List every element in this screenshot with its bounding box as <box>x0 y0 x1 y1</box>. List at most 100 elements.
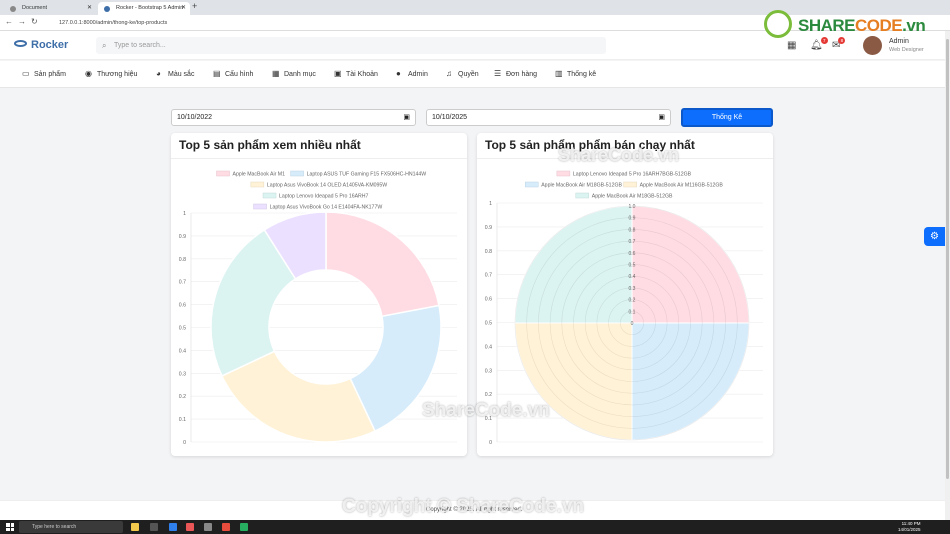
menu-item-admin[interactable]: ● Admin <box>396 69 428 78</box>
search-input[interactable]: ⌕ Type to search... <box>96 37 606 54</box>
app-icon[interactable] <box>222 523 230 531</box>
message-icon[interactable]: ✉ 8 <box>832 37 846 51</box>
sharecode-logo-text: SHARECODE.vn <box>798 16 926 35</box>
menu-item-danh-muc[interactable]: ▦ Danh mục <box>272 69 316 78</box>
y-tick-label: 0.2 <box>179 394 186 400</box>
menu-item-quyen[interactable]: ♫ Quyền <box>446 69 479 78</box>
legend-label: Apple MacBook Air M116GB-512GB <box>640 183 724 189</box>
start-date-input[interactable]: 10/10/2022 ▣ <box>171 109 416 126</box>
y-tick-label: 0.8 <box>485 249 492 255</box>
legend-swatch <box>556 170 571 177</box>
chart-icon: ▥ <box>555 69 563 78</box>
legend-label: Apple MacBook Air M1 <box>233 172 286 178</box>
browser-tab-rocker[interactable]: Rocker - Bootstrap 5 Admin D... ✕ <box>98 2 190 24</box>
bell-icon[interactable]: 🔔︎ 7 <box>810 37 828 51</box>
y-tick-label: 0.3 <box>485 368 492 374</box>
y-tick-label: 0.7 <box>179 280 186 286</box>
browser-tab-label: Document <box>22 5 48 11</box>
y-tick-label: 0.2 <box>485 392 492 398</box>
y-tick-label: 0.9 <box>485 225 492 231</box>
apps-grid-icon[interactable]: ▦ <box>787 40 796 51</box>
rocket-icon <box>14 40 27 47</box>
app-icon[interactable] <box>204 523 212 531</box>
settings-gear-icon[interactable]: ⚙ <box>924 227 945 246</box>
menu-item-tai-khoan[interactable]: ▣ Tài Khoản <box>334 69 378 78</box>
table-icon: ▤ <box>213 69 221 78</box>
menu-item-san-pham[interactable]: ▭ Sản phẩm <box>22 69 66 78</box>
new-tab-icon[interactable]: + <box>192 1 197 11</box>
views-chart-title: Top 5 sản phẩm xem nhiều nhất <box>179 138 361 152</box>
url-field[interactable]: 127.0.0.1:8000/admin/thong-ke/top-produc… <box>50 17 750 29</box>
legend-label: Laptop Asus VivoBook 14 OLED A1405VA-KM0… <box>267 183 387 189</box>
file-explorer-icon[interactable] <box>131 523 139 531</box>
menu-item-don-hang[interactable]: ☰ Đơn hàng <box>494 69 537 78</box>
back-icon[interactable]: ← <box>5 17 13 26</box>
y-tick-label: 0 <box>489 440 492 446</box>
os-taskbar: Type here to search 11:40 PM 14/01/2025 <box>0 520 950 534</box>
polar-segment <box>514 322 633 441</box>
browser-tab-document[interactable]: Document ✕ <box>4 2 96 15</box>
y-tick-label: 0.8 <box>179 257 186 263</box>
close-icon[interactable]: ✕ <box>181 2 186 15</box>
legend-label: Laptop Lenovo Ideapad 5 Pro 16ARH7BGB-51… <box>573 172 692 178</box>
legend-swatch <box>262 192 277 199</box>
main-menu: ▭ Sản phẩm ◉ Thương hiệu ◕ Màu sắc ▤ Cấu hìn… <box>0 61 945 88</box>
y-tick-label: 0.5 <box>179 326 186 332</box>
laptop-icon: ▭ <box>22 69 30 78</box>
polar-segment <box>631 205 750 324</box>
calendar-icon: ▦ <box>272 69 280 78</box>
legend-label: Laptop ASUS TUF Gaming F15 FX506HC-HN144… <box>307 172 427 178</box>
vscode-icon[interactable] <box>169 523 177 531</box>
start-date-value: 10/10/2022 <box>177 114 213 121</box>
end-date-input[interactable]: 10/10/2025 ▣ <box>426 109 671 126</box>
y-tick-label: 1 <box>183 211 186 217</box>
menu-item-thong-ke[interactable]: ▥ Thống kê <box>555 69 596 78</box>
sharecode-logo-mark <box>764 10 792 38</box>
y-tick-label: 0.1 <box>179 417 186 423</box>
radial-tick-label: 0.6 <box>629 251 636 257</box>
calendar-icon[interactable]: ▣ <box>658 110 665 125</box>
user-role: Web Designer <box>889 47 924 53</box>
y-tick-label: 0.3 <box>179 371 186 377</box>
terminal-icon[interactable] <box>150 523 158 531</box>
legend-swatch <box>250 181 265 188</box>
y-tick-label: 0.7 <box>485 273 492 279</box>
polar-segment <box>514 205 633 324</box>
y-tick-label: 0.6 <box>485 297 492 303</box>
legend-swatch <box>575 192 590 199</box>
menu-item-mau-sac[interactable]: ◕ Màu sắc <box>156 69 194 78</box>
radial-tick-label: 0.9 <box>629 216 636 222</box>
windows-start-icon[interactable] <box>6 523 14 531</box>
page-scrollbar[interactable] <box>945 31 950 520</box>
globe-icon <box>10 6 16 12</box>
legend-swatch <box>216 170 230 177</box>
clock-date: 14/01/2025 <box>898 527 921 532</box>
scrollbar-thumb[interactable] <box>946 39 949 479</box>
end-date-value: 10/10/2025 <box>432 114 468 121</box>
watermark-top: ShareCode.vn <box>558 145 680 165</box>
close-icon[interactable]: ✕ <box>87 2 92 15</box>
app-icon[interactable] <box>240 523 248 531</box>
reload-icon[interactable]: ↻ <box>31 17 38 26</box>
radial-tick-label: 0.8 <box>629 227 636 233</box>
statistics-button[interactable]: Thống Kê <box>681 108 773 127</box>
y-tick-label: 1 <box>489 201 492 207</box>
chrome-icon[interactable] <box>186 523 194 531</box>
radial-tick-label: 1.0 <box>629 204 636 210</box>
taskbar-search-input[interactable]: Type here to search <box>19 521 123 533</box>
y-tick-label: 0 <box>183 440 186 446</box>
menu-item-cau-hinh[interactable]: ▤ Cấu hình <box>213 69 253 78</box>
radial-tick-label: 0.7 <box>629 239 636 245</box>
forward-icon[interactable]: → <box>18 17 26 26</box>
menu-item-thuong-hieu[interactable]: ◉ Thương hiệu <box>85 69 137 78</box>
legend-swatch <box>253 203 267 210</box>
legend-label: Laptop Asus VivoBook Go 14 E1404FA-NK177… <box>270 205 383 211</box>
app-logo[interactable]: Rocker <box>14 39 68 51</box>
sharecode-logo: SHARECODE.vn <box>764 10 939 40</box>
radial-tick-label: 0.5 <box>629 263 636 269</box>
search-icon: ⌕ <box>102 41 107 50</box>
calendar-icon[interactable]: ▣ <box>403 110 410 125</box>
palette-icon: ◕ <box>156 69 161 78</box>
polar-segment <box>631 322 750 441</box>
radial-tick-label: 0.2 <box>629 298 636 304</box>
